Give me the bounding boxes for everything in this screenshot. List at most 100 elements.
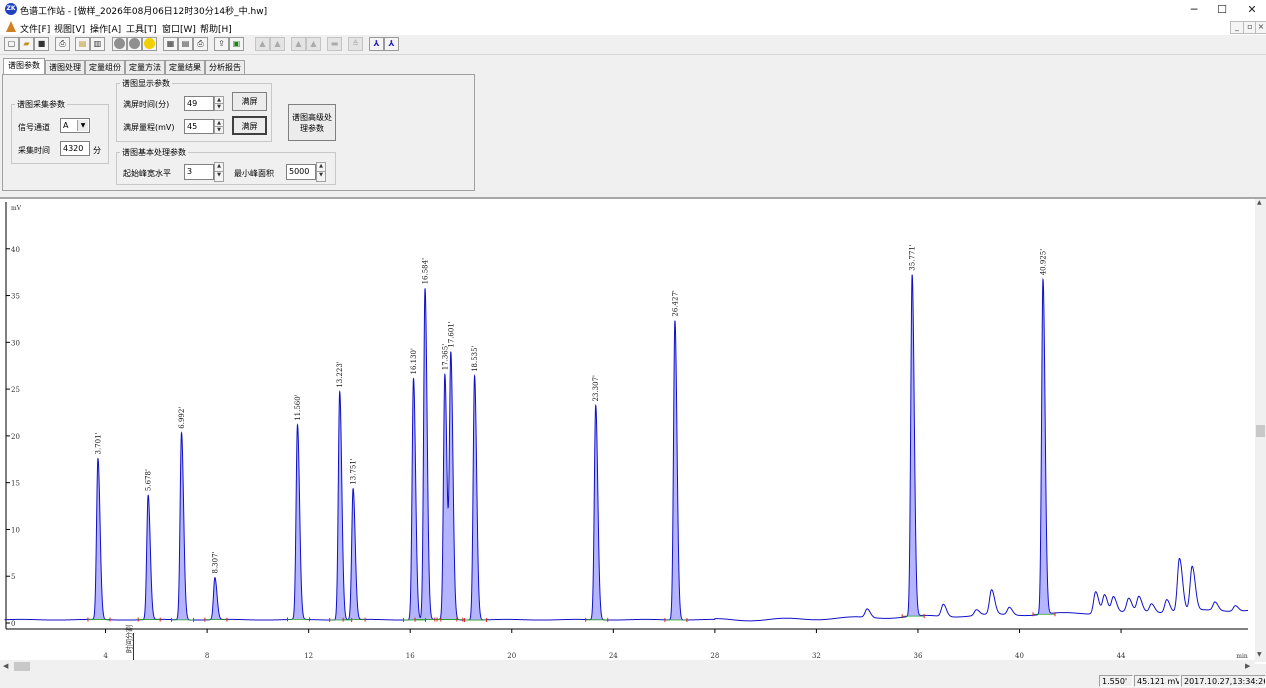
processing-group-title: 谱图基本处理参数 bbox=[120, 147, 188, 158]
peak-mark-button[interactable]: ⅄ bbox=[369, 37, 384, 51]
zoom-y-button[interactable]: ▲ bbox=[270, 37, 285, 51]
menu-operate[interactable]: 操作[A] bbox=[90, 22, 121, 35]
time-input[interactable]: 4320 bbox=[60, 141, 90, 156]
peak-split-button[interactable]: ⅄ bbox=[384, 37, 399, 51]
chromatogram-chart[interactable]: 0 5 10 15 20 25 30 35 40 mV 4 8 12 16 20 24 28 32 36 40 44 mi… bbox=[0, 199, 1255, 664]
fulltime-input[interactable]: 49 bbox=[184, 96, 214, 111]
x-tick-label: 32 bbox=[812, 652, 821, 660]
range-input[interactable]: 45 bbox=[184, 119, 214, 134]
export-button[interactable]: ⇪ bbox=[214, 37, 229, 51]
horizontal-scrollbar[interactable]: ◀ ▶ bbox=[0, 660, 1255, 673]
fulltime-spinner[interactable]: ▲ ▼ bbox=[214, 96, 224, 111]
y-tick-label: 40 bbox=[11, 246, 20, 254]
save-button[interactable]: ■ bbox=[34, 37, 49, 51]
tab-quant-method[interactable]: 定量方法 bbox=[125, 60, 165, 74]
y-tick-label: 30 bbox=[11, 339, 20, 347]
open-file-button[interactable]: ▰ bbox=[19, 37, 34, 51]
y-tick-label: 25 bbox=[11, 386, 20, 394]
calc-button[interactable]: ▦ bbox=[163, 37, 178, 51]
disk-icon: ■ bbox=[37, 39, 46, 48]
min-area-spinner[interactable]: ▲ ▼ bbox=[316, 162, 326, 182]
peak-delete-button[interactable]: ▲ bbox=[306, 37, 321, 51]
x-tick-label: 4 bbox=[103, 652, 108, 660]
window-title: 色谱工作站 - [做样_2026年08月06日12时30分14秒_中.hw] bbox=[20, 7, 268, 17]
maximize-icon[interactable]: ☐ bbox=[1206, 0, 1238, 19]
mdi-close-icon[interactable]: × bbox=[1255, 21, 1266, 34]
peak-label: 6.992' bbox=[178, 407, 186, 429]
menu-help[interactable]: 帮助[H] bbox=[200, 22, 232, 35]
spin-down-icon[interactable]: ▼ bbox=[215, 172, 223, 181]
spin-up-icon[interactable]: ▲ bbox=[317, 163, 325, 172]
stop-button[interactable] bbox=[127, 37, 142, 51]
chevron-down-icon[interactable]: ▼ bbox=[77, 120, 88, 131]
display-group-title: 谱图显示参数 bbox=[120, 78, 172, 89]
range-full-button[interactable]: 满屏 bbox=[232, 116, 267, 135]
chromatogram-fill bbox=[92, 274, 1051, 621]
peak-label: 5.678' bbox=[145, 469, 153, 491]
spin-down-icon[interactable]: ▼ bbox=[215, 104, 223, 111]
tab-analysis-report[interactable]: 分析报告 bbox=[205, 60, 245, 74]
compare-button[interactable]: ▥ bbox=[90, 37, 105, 51]
spin-up-icon[interactable]: ▲ bbox=[215, 163, 223, 172]
new-file-button[interactable]: ▢ bbox=[4, 37, 19, 51]
fulltime-full-button[interactable]: 满屏 bbox=[232, 92, 267, 111]
compare-icon: ▥ bbox=[93, 39, 102, 48]
stop-circle-icon bbox=[129, 38, 140, 49]
range-spinner[interactable]: ▲ ▼ bbox=[214, 119, 224, 134]
min-area-input[interactable]: 5000 bbox=[286, 164, 316, 180]
vertical-scroll-thumb[interactable] bbox=[1256, 425, 1265, 437]
peak-mark-icon: ⅄ bbox=[373, 39, 380, 48]
peak-add-button[interactable]: ▲ bbox=[291, 37, 306, 51]
zero-button[interactable] bbox=[142, 37, 157, 51]
print-button[interactable]: ⎙ bbox=[193, 37, 208, 51]
vertical-scrollbar[interactable]: ▲ ▼ bbox=[1255, 199, 1266, 662]
peak-label: 17.601' bbox=[447, 321, 455, 347]
tab-quant-results[interactable]: 定量结果 bbox=[165, 60, 205, 74]
transfer-button[interactable]: ▣ bbox=[229, 37, 244, 51]
tab-chart-processing[interactable]: 谱图处理 bbox=[45, 60, 85, 74]
peak-width-input[interactable]: 3 bbox=[184, 164, 214, 180]
menu-window[interactable]: 窗口[W] bbox=[162, 22, 196, 35]
spin-down-icon[interactable]: ▼ bbox=[215, 127, 223, 134]
scroll-right-icon[interactable]: ▶ bbox=[1245, 662, 1250, 670]
baseline-button[interactable]: ▬ bbox=[327, 37, 342, 51]
transfer-icon: ▣ bbox=[232, 39, 241, 48]
menu-file[interactable]: 文件[F] bbox=[20, 22, 50, 35]
import-button[interactable]: ⎙ bbox=[55, 37, 70, 51]
integrate-button[interactable]: ≙ bbox=[348, 37, 363, 51]
scroll-down-icon[interactable]: ▼ bbox=[1257, 651, 1262, 658]
time-label: 采集时间 bbox=[18, 146, 50, 155]
time-split-label: 时间分割 bbox=[124, 625, 133, 653]
start-button[interactable] bbox=[112, 37, 127, 51]
y-tick-label: 0 bbox=[11, 620, 15, 628]
close-icon[interactable]: ✕ bbox=[1236, 0, 1266, 19]
peak-label: 13.751' bbox=[350, 458, 358, 484]
method-button[interactable]: ▤ bbox=[75, 37, 90, 51]
scroll-left-icon[interactable]: ◀ bbox=[3, 662, 8, 670]
acquisition-group-title: 谱图采集参数 bbox=[15, 99, 67, 110]
printer-icon: ⎙ bbox=[197, 39, 204, 48]
start-circle-icon bbox=[114, 38, 125, 49]
x-axis-label: min bbox=[1236, 653, 1248, 660]
yellow-circle-icon bbox=[144, 38, 155, 49]
peak-width-spinner[interactable]: ▲ ▼ bbox=[214, 162, 224, 182]
y-axis-label: mV bbox=[11, 205, 22, 212]
menu-view[interactable]: 视图[V] bbox=[54, 22, 85, 35]
y-tick-label: 35 bbox=[11, 293, 20, 301]
document-menu-icon[interactable] bbox=[6, 21, 16, 32]
channel-select[interactable]: A ▼ bbox=[60, 118, 90, 133]
horizontal-scroll-thumb[interactable] bbox=[14, 662, 30, 671]
mdi-minimize-icon[interactable]: _ bbox=[1230, 21, 1244, 34]
tab-quant-components[interactable]: 定量组份 bbox=[85, 60, 125, 74]
zoom-x-button[interactable]: ▲ bbox=[255, 37, 270, 51]
tab-chart-params[interactable]: 谱图参数 bbox=[3, 58, 45, 75]
report-button[interactable]: ▤ bbox=[178, 37, 193, 51]
y-tick-label: 20 bbox=[11, 433, 20, 441]
peak-label: 13.223' bbox=[336, 361, 344, 387]
advanced-params-button[interactable]: 谱图高级处理参数 bbox=[288, 104, 336, 141]
spin-down-icon[interactable]: ▼ bbox=[317, 172, 325, 181]
menu-tools[interactable]: 工具[T] bbox=[126, 22, 157, 35]
chromatogram-area[interactable]: 0 5 10 15 20 25 30 35 40 mV 4 8 12 16 20 24 28 32 36 40 44 mi… bbox=[0, 197, 1266, 664]
peak-label: 18.535' bbox=[471, 345, 479, 371]
scroll-up-icon[interactable]: ▲ bbox=[1257, 199, 1262, 206]
